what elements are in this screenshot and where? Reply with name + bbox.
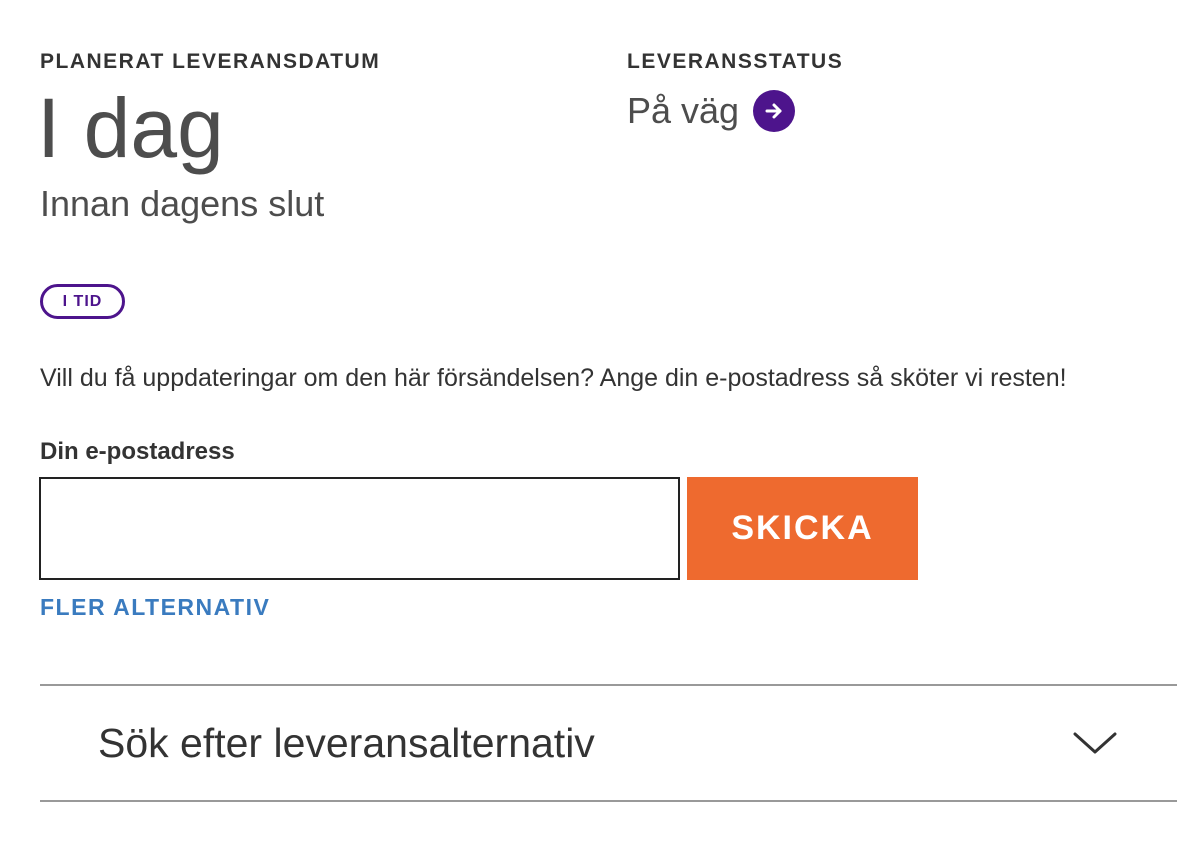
arrow-right-circle-icon (753, 90, 796, 132)
tracking-page: PLANERAT LEVERANSDATUM I dag Innan dagen… (0, 0, 1200, 842)
delivery-date-label: PLANERAT LEVERANSDATUM (40, 50, 381, 73)
delivery-time: Innan dagens slut (40, 183, 325, 224)
divider (40, 800, 1177, 802)
accordion-title: Sök efter leveransalternativ (98, 719, 595, 766)
delivery-status: På väg (627, 90, 796, 132)
email-input[interactable] (39, 477, 680, 580)
more-options-link[interactable]: FLER ALTERNATIV (40, 594, 270, 621)
delivery-status-label: LEVERANSSTATUS (627, 50, 844, 73)
chevron-down-icon (1073, 732, 1117, 754)
delivery-options-accordion[interactable]: Sök efter leveransalternativ (40, 686, 1177, 800)
send-button[interactable]: SKICKA (687, 477, 918, 580)
status-text: På väg (627, 90, 740, 131)
email-label: Din e-postadress (40, 438, 235, 465)
delivery-day: I dag (37, 81, 224, 175)
notification-prompt: Vill du få uppdateringar om den här förs… (40, 364, 1067, 392)
on-time-badge: I TID (40, 284, 125, 319)
